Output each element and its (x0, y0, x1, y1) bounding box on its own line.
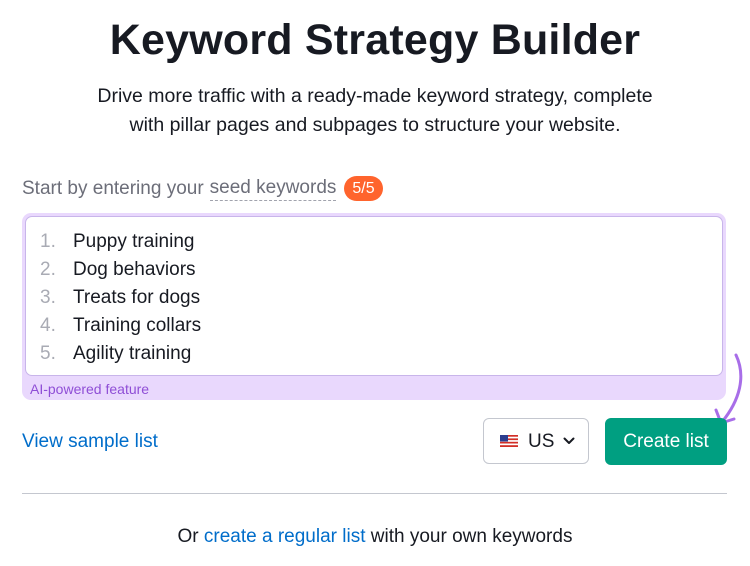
seed-label-prefix: Start by entering your (22, 177, 204, 199)
ai-powered-label: AI-powered feature (30, 381, 150, 397)
seed-keywords-tooltip-link[interactable]: seed keywords (209, 177, 337, 201)
seed-keywords-label: Start by entering your seed keywords 5/5 (22, 176, 383, 201)
seed-keywords-input[interactable]: 1. Puppy training 2. Dog behaviors 3. Tr… (25, 216, 723, 376)
country-code: US (528, 431, 555, 452)
line-number: 2. (40, 259, 56, 280)
keyword-count-badge: 5/5 (344, 176, 383, 201)
keyword-text: Agility training (73, 343, 192, 364)
line-number: 1. (40, 231, 56, 252)
regular-list-prompt: Or create a regular list with your own k… (0, 526, 750, 548)
line-number: 4. (40, 315, 56, 336)
us-flag-icon (500, 435, 518, 447)
keyword-text: Training collars (73, 315, 202, 336)
subtitle-line-1: Drive more traffic with a ready-made key… (97, 85, 653, 107)
chevron-down-icon (563, 437, 575, 444)
keyword-text: Treats for dogs (73, 287, 201, 308)
footer-suffix: with your own keywords (370, 526, 573, 547)
create-regular-list-link[interactable]: create a regular list (204, 526, 366, 547)
line-number: 5. (40, 343, 56, 364)
footer-prefix: Or (177, 526, 199, 547)
create-list-button[interactable]: Create list (605, 418, 727, 465)
view-sample-list-link[interactable]: View sample list (22, 431, 158, 453)
page-subtitle: Drive more traffic with a ready-made key… (60, 82, 690, 140)
line-number: 3. (40, 287, 56, 308)
divider (22, 493, 727, 494)
subtitle-line-2: with pillar pages and subpages to struct… (129, 114, 621, 136)
country-select[interactable]: US (483, 418, 589, 464)
ai-feature-frame: 1. Puppy training 2. Dog behaviors 3. Tr… (22, 213, 726, 400)
keyword-text: Dog behaviors (73, 259, 196, 280)
keyword-text: Puppy training (73, 231, 195, 252)
page-title: Keyword Strategy Builder (109, 16, 641, 64)
